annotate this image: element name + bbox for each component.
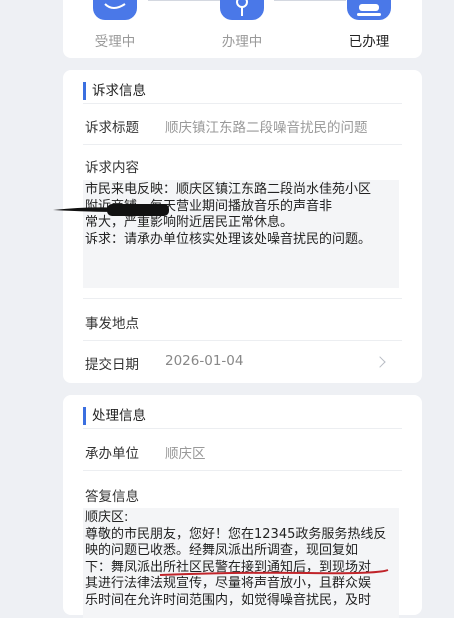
handling-unit-label: 承办单位 — [85, 446, 139, 462]
complaint-title-value: 顺庆镇江东路二段噪音扰民的问题 — [165, 120, 368, 136]
progress-card: 受理中 办理中 已办理 — [63, 0, 422, 58]
complaint-info-card: 诉求信息 诉求标题 顺庆镇江东路二段噪音扰民的问题 诉求内容 市民来电反映：顺庆… — [53, 70, 422, 383]
handling-section-title: 处理信息 — [83, 407, 146, 425]
handling-unit-value: 顺庆区 — [165, 446, 206, 462]
redaction-scribble — [53, 204, 169, 216]
processing-icon — [220, 0, 264, 20]
completed-icon — [347, 0, 391, 20]
complaint-title-label: 诉求标题 — [85, 120, 139, 136]
divider — [83, 428, 402, 429]
underline-annotation — [159, 569, 389, 576]
divider — [83, 470, 402, 471]
reply-label: 答复信息 — [85, 489, 139, 505]
complaint-section-title: 诉求信息 — [83, 82, 146, 100]
step-label: 办理中 — [221, 34, 263, 50]
submit-date-label: 提交日期 — [85, 357, 139, 373]
step-label: 受理中 — [94, 34, 136, 50]
divider — [83, 340, 402, 341]
step-label: 已办理 — [348, 34, 390, 50]
divider — [83, 103, 402, 104]
divider — [83, 144, 402, 145]
divider — [83, 298, 402, 299]
complaint-content-label: 诉求内容 — [85, 160, 139, 176]
chevron-right-icon[interactable] — [374, 356, 386, 368]
progress-line — [274, 0, 346, 1]
progress-line — [148, 0, 220, 1]
complaint-content-text: 市民来电反映：顺庆区镇江东路二段尚水佳苑小区 附近商铺，每天营业期间播放音乐的声… — [83, 180, 399, 288]
handling-info-card: 处理信息 承办单位 顺庆区 答复信息 顺庆区: 尊敬的市民朋友，您好！您在123… — [63, 395, 422, 618]
location-label: 事发地点 — [85, 316, 139, 332]
accepted-icon — [93, 0, 137, 20]
submit-date-value: 2026-01-04 — [165, 353, 244, 369]
